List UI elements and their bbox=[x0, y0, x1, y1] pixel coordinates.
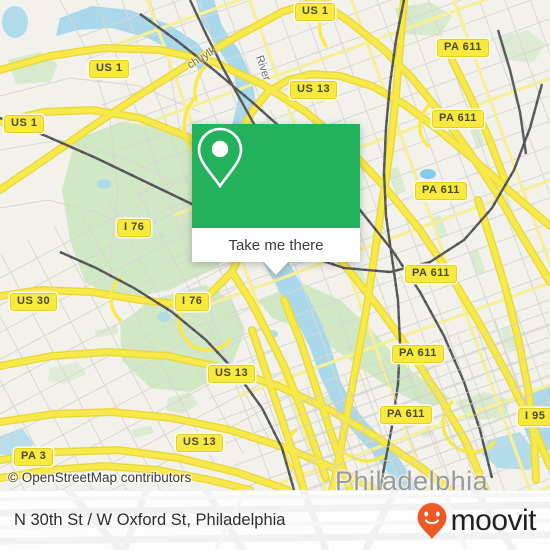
popup-action-area[interactable]: Take me there bbox=[192, 228, 360, 275]
highway-shield-us13-south: US 13 bbox=[176, 434, 224, 452]
highway-shield-i76-center: I 76 bbox=[175, 293, 210, 311]
moovit-wordmark: moovit bbox=[450, 503, 537, 537]
moovit-pin-smiley-icon bbox=[417, 502, 447, 539]
highway-shield-us13-north: US 13 bbox=[290, 81, 338, 99]
city-label-philadelphia: Philadelphia bbox=[335, 466, 489, 490]
highway-shield-i95: I 95 bbox=[518, 408, 550, 426]
map-canvas[interactable]: chuylk River Philadelphia US 1 PA 611 US… bbox=[0, 0, 550, 490]
osm-attribution[interactable]: © OpenStreetMap contributors bbox=[8, 470, 191, 485]
highway-shield-pa611-low: PA 611 bbox=[392, 345, 444, 363]
highway-shield-pa611-south: PA 611 bbox=[380, 406, 432, 424]
highway-shield-pa611-mid2: PA 611 bbox=[405, 265, 457, 283]
location-title: N 30th St / W Oxford St, Philadelphia bbox=[14, 511, 286, 529]
highway-shield-pa3: PA 3 bbox=[14, 448, 54, 466]
highway-shield-us13-center: US 13 bbox=[208, 365, 256, 383]
highway-shield-pa611-ne: PA 611 bbox=[437, 39, 489, 57]
popup-pointer-tail bbox=[263, 261, 289, 275]
footer-bar: N 30th St / W Oxford St, Philadelphia mo… bbox=[0, 490, 550, 550]
location-popup-card[interactable]: Take me there bbox=[192, 124, 360, 275]
highway-shield-us30: US 30 bbox=[10, 293, 58, 311]
highway-shield-us1-north: US 1 bbox=[295, 3, 336, 21]
popup-icon-area bbox=[192, 124, 360, 228]
map-screenshot: chuylk River Philadelphia US 1 PA 611 US… bbox=[0, 0, 550, 550]
highway-shield-pa611-upper: PA 611 bbox=[432, 110, 484, 128]
moovit-logo[interactable]: moovit bbox=[415, 501, 537, 541]
take-me-there-label: Take me there bbox=[228, 236, 324, 254]
highway-shield-i76-west: I 76 bbox=[117, 219, 152, 237]
highway-shield-us1-nw: US 1 bbox=[89, 60, 130, 78]
map-pin-icon bbox=[197, 127, 243, 189]
highway-shield-us1-west: US 1 bbox=[4, 115, 45, 133]
highway-shield-pa611-mid: PA 611 bbox=[415, 182, 467, 200]
